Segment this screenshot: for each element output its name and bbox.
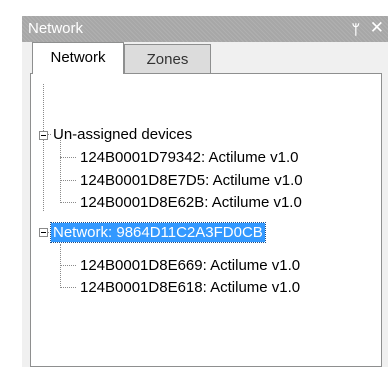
tree-connector	[60, 180, 76, 181]
tree-connector	[60, 157, 76, 158]
panel-title-bar[interactable]: Network ᛘ ✕	[22, 16, 388, 42]
tree-leaf-device[interactable]: 124B0001D8E669: Actilume v1.0	[80, 256, 300, 275]
panel-title: Network	[28, 20, 84, 37]
network-panel: Network Zones Un-assigned devices 124B00…	[22, 42, 388, 367]
tab-zones[interactable]: Zones	[124, 44, 211, 74]
close-icon[interactable]: ✕	[370, 18, 384, 38]
tree-branch-line	[60, 244, 61, 288]
tree-leaf-device[interactable]: 124B0001D79342: Actilume v1.0	[80, 148, 299, 167]
device-tree: Un-assigned devices 124B0001D79342: Acti…	[31, 74, 381, 366]
tree-leaf-device[interactable]: 124B0001D8E7D5: Actilume v1.0	[80, 171, 303, 190]
tab-strip: Network Zones	[22, 42, 388, 77]
tree-connector	[60, 287, 76, 288]
tree-connector	[60, 202, 76, 203]
tab-network[interactable]: Network	[32, 42, 124, 74]
tree-node-unassigned-devices[interactable]: Un-assigned devices	[53, 125, 192, 144]
collapse-icon[interactable]	[39, 131, 48, 140]
tree-branch-line	[60, 138, 61, 203]
tree-leaf-device[interactable]: 124B0001D8E62B: Actilume v1.0	[80, 193, 302, 212]
collapse-icon[interactable]	[39, 228, 48, 237]
tree-connector	[60, 265, 76, 266]
tree-node-network[interactable]: Network: 9864D11C2A3FD0CB	[50, 222, 266, 243]
tree-leaf-device[interactable]: 124B0001D8E618: Actilume v1.0	[80, 278, 300, 297]
tree-root-line	[43, 84, 44, 211]
pin-icon[interactable]: ᛘ	[352, 19, 360, 39]
tree-view[interactable]: Un-assigned devices 124B0001D79342: Acti…	[30, 73, 382, 367]
